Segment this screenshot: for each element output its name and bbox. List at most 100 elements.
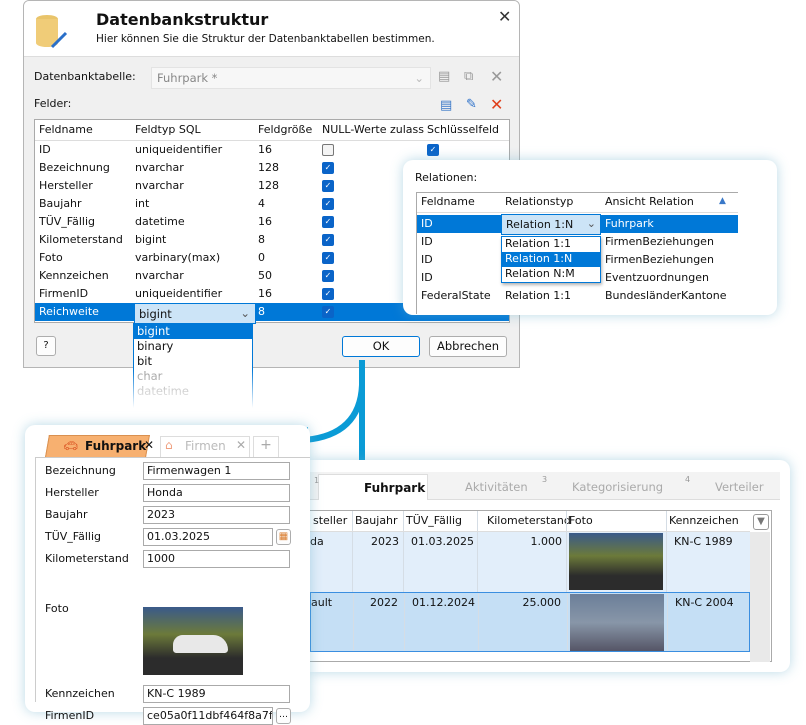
rel-col-ansicht[interactable]: Ansicht Relation: [605, 195, 694, 208]
type-option[interactable]: bit: [134, 354, 252, 369]
rel-col-feldname[interactable]: Feldname: [421, 195, 475, 208]
browse-button[interactable]: …: [276, 708, 291, 724]
tab-label: Verteiler: [715, 480, 764, 494]
rel-col-typ[interactable]: Relationstyp: [505, 195, 573, 208]
car-photo: [143, 607, 243, 675]
col-schluessel[interactable]: Schlüsselfeld: [427, 123, 499, 136]
relation-type-option[interactable]: Relation 1:N: [502, 252, 600, 267]
field-size: 50: [258, 269, 272, 282]
field-input[interactable]: Honda: [143, 484, 290, 502]
ok-button[interactable]: OK: [342, 336, 420, 357]
new-field-icon[interactable]: ▤: [440, 98, 452, 113]
null-checkbox[interactable]: ✓: [322, 162, 334, 174]
field-label: Kilometerstand: [45, 552, 129, 565]
grid-col[interactable]: TÜV_Fällig: [406, 514, 462, 527]
type-combo[interactable]: bigint ⌄: [134, 303, 256, 324]
filter-icon[interactable]: ▼: [753, 514, 769, 530]
help-button[interactable]: ?: [36, 336, 56, 356]
type-option[interactable]: binary: [134, 339, 252, 354]
field-input[interactable]: 01.03.2025: [143, 528, 273, 546]
tab-number: 3: [542, 475, 548, 484]
col-feldgroesse[interactable]: Feldgröße: [258, 123, 312, 136]
copy-table-icon[interactable]: ⧉: [464, 69, 473, 84]
null-checkbox[interactable]: ✓: [322, 270, 334, 282]
field-name: Foto: [39, 251, 63, 264]
grid-cell-km: 1.000: [530, 535, 563, 548]
relation-view: Eventzuordnungen: [605, 271, 709, 284]
cancel-button[interactable]: Abbrechen: [429, 336, 507, 357]
relation-row[interactable]: FederalState Relation 1:1 BundesländerKant…: [417, 287, 738, 305]
field-type: uniqueidentifier: [135, 143, 223, 156]
null-checkbox[interactable]: [322, 144, 334, 156]
grid-scrollbar[interactable]: [750, 532, 770, 662]
col-feldtyp[interactable]: Feldtyp SQL: [135, 123, 201, 136]
delete-field-icon[interactable]: ✕: [490, 95, 503, 114]
grid-col[interactable]: Foto: [569, 514, 593, 527]
field-label: Baujahr: [45, 508, 88, 521]
calendar-icon[interactable]: ▦: [276, 529, 291, 545]
field-input[interactable]: 2023: [143, 506, 290, 524]
null-checkbox[interactable]: ✓: [322, 180, 334, 192]
grid-window: 1 Fuhrpark Aktivitäten 3 Kategorisierung 4 Ver…: [310, 460, 790, 672]
grid-col[interactable]: Baujahr: [355, 514, 398, 527]
relation-field: ID: [421, 271, 433, 284]
grid-tab-2[interactable]: 3 Kategorisierung: [542, 474, 667, 500]
new-table-icon[interactable]: ▤: [438, 69, 450, 84]
null-checkbox[interactable]: ✓: [322, 252, 334, 264]
null-checkbox[interactable]: ✓: [322, 198, 334, 210]
null-checkbox[interactable]: ✓: [322, 306, 334, 318]
grid-row[interactable]: ault 2022 01.12.2024 25.000 KN-C 2004: [310, 592, 750, 652]
tab-number: 1: [314, 476, 320, 485]
relation-type-option[interactable]: Relation 1:1: [502, 237, 600, 252]
relation-type-combo[interactable]: Relation 1:N ⌄: [501, 214, 601, 235]
edit-field-icon[interactable]: ✎: [466, 97, 477, 112]
tab-label: Kategorisierung: [572, 480, 664, 494]
grid-col[interactable]: Kennzeichen: [669, 514, 739, 527]
type-option[interactable]: datetime: [134, 384, 252, 399]
chevron-down-icon: ⌄: [414, 71, 424, 85]
firmenid-input[interactable]: ce05a0f11dbf464f8a7f: [143, 707, 273, 725]
type-option[interactable]: char: [134, 369, 252, 384]
null-checkbox[interactable]: ✓: [322, 216, 334, 228]
grid-cell-plate: KN-C 2004: [675, 596, 734, 609]
relations-panel: Relationen: Feldname Relationstyp Ansich…: [403, 160, 777, 315]
grid-tab-0[interactable]: 1 Fuhrpark: [314, 474, 428, 500]
relation-type-option[interactable]: Relation N:M: [502, 267, 600, 282]
relation-view: Fuhrpark: [605, 217, 654, 230]
sort-asc-icon[interactable]: ▲: [719, 196, 726, 206]
col-null[interactable]: NULL-Werte zulass: [322, 123, 424, 136]
relation-field: FederalState: [421, 289, 491, 302]
grid-col[interactable]: steller: [313, 514, 347, 527]
close-tab-icon[interactable]: ✕: [144, 438, 154, 452]
null-checkbox[interactable]: ✓: [322, 234, 334, 246]
field-size: 8: [258, 305, 265, 318]
grid-col[interactable]: Kilometerstand: [487, 514, 571, 527]
relation-view: FirmenBeziehungen: [605, 235, 714, 248]
relation-field: ID: [421, 235, 433, 248]
fields-label: Felder:: [34, 97, 72, 110]
close-tab-icon[interactable]: ✕: [236, 438, 246, 452]
field-input[interactable]: Firmenwagen 1: [143, 462, 290, 480]
relation-type-value: Relation 1:N: [506, 218, 574, 231]
kennzeichen-input[interactable]: KN-C 1989: [143, 685, 290, 703]
grid-tab-3[interactable]: 4 Verteiler: [685, 474, 806, 500]
col-feldname[interactable]: Feldname: [39, 123, 93, 136]
field-type: nvarchar: [135, 269, 184, 282]
delete-table-icon[interactable]: ✕: [490, 67, 503, 86]
null-checkbox[interactable]: ✓: [322, 288, 334, 300]
add-tab-button[interactable]: +: [253, 436, 279, 457]
table-row[interactable]: ID uniqueidentifier 16 ✓: [35, 141, 509, 159]
chevron-down-icon: ⌄: [586, 217, 596, 230]
field-name: TÜV_Fällig: [39, 215, 96, 228]
key-checkbox[interactable]: ✓: [427, 144, 439, 156]
col-divider: [566, 511, 567, 531]
form-body: Foto Kennzeichen KN-C 1989 FirmenID ce05…: [35, 457, 310, 725]
field-input[interactable]: 1000: [143, 550, 290, 568]
grid-cell-tuev: 01.12.2024: [412, 596, 475, 609]
form-panel: 🚗︎ Fuhrpark ✕ ⌂ Firmen ✕ + Foto Kennzeic…: [25, 425, 310, 725]
table-select[interactable]: Fuhrpark * ⌄: [151, 67, 431, 89]
grid-row[interactable]: da 2023 01.03.2025 1.000 KN-C 1989: [310, 532, 750, 592]
tab-label: Fuhrpark: [364, 481, 426, 495]
type-option[interactable]: bigint: [134, 324, 252, 339]
close-icon[interactable]: ✕: [498, 7, 511, 26]
